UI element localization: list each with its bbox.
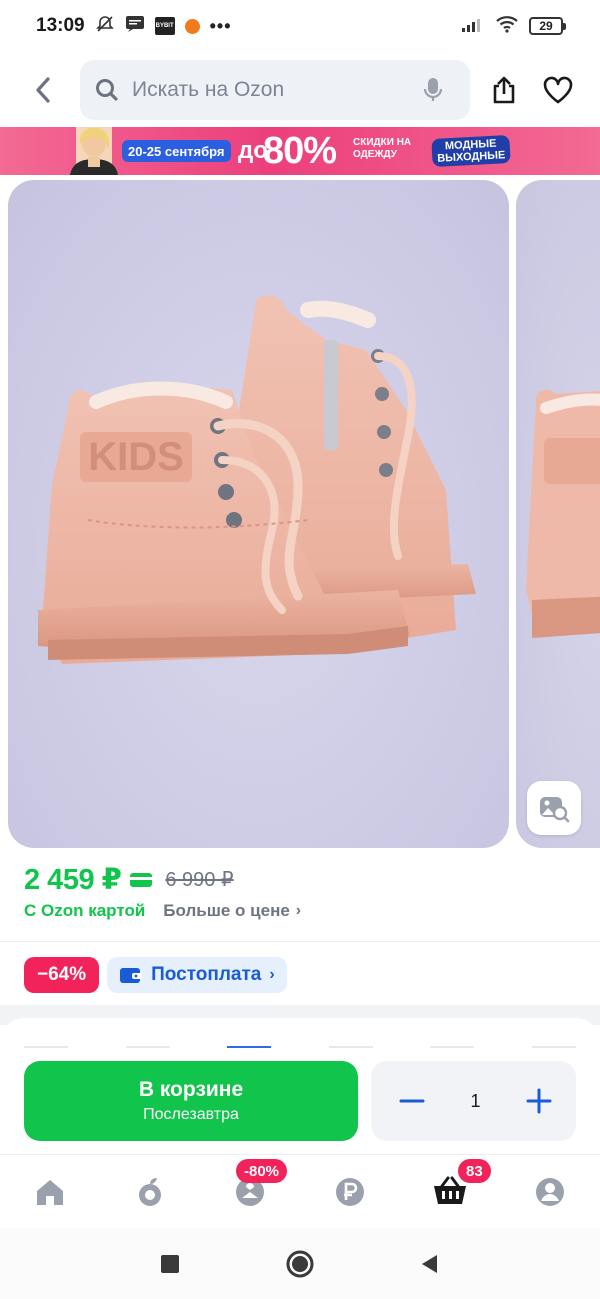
discount-badge: −64% (24, 957, 100, 993)
plus-icon (526, 1088, 552, 1114)
wallet-icon (120, 968, 143, 983)
alarm-off-icon (95, 14, 115, 38)
chevron-right-icon: › (295, 902, 302, 919)
back-triangle-icon (422, 1254, 437, 1273)
increase-button[interactable] (524, 1086, 554, 1116)
favorite-button[interactable] (538, 70, 578, 110)
message-icon (125, 15, 145, 37)
nav-fashion[interactable]: -80% (200, 1155, 300, 1228)
battery-level: 29 (529, 17, 563, 35)
search-placeholder: Искать на Ozon (132, 78, 285, 101)
promo-banner[interactable]: 20-25 сентября до 80% СКИДКИ НА ОДЕЖДУ М… (0, 127, 600, 175)
divider (0, 941, 600, 942)
tab-hints (24, 1046, 576, 1049)
search-input[interactable]: Искать на Ozon (80, 60, 470, 120)
ozon-card-label: С Ozon картой (24, 901, 146, 920)
banner-badge: МОДНЫЕ ВЫХОДНЫЕ (431, 134, 511, 168)
ozon-card-icon (130, 872, 153, 887)
quantity-stepper: 1 (371, 1061, 576, 1141)
model-photo (70, 127, 118, 175)
nav-ozon-bank[interactable] (300, 1155, 400, 1228)
back-button[interactable] (26, 70, 60, 110)
app-header: Искать на Ozon (0, 60, 600, 120)
postpay-button[interactable]: Постоплата › (107, 957, 287, 993)
home-system-button[interactable] (283, 1247, 317, 1281)
in-cart-button[interactable]: В корзине Послезавтра (24, 1061, 358, 1141)
more-notifications: ••• (209, 15, 232, 36)
signal-icon (461, 15, 485, 38)
cart-count-badge: 83 (458, 1159, 491, 1183)
delivery-date: Послезавтра (143, 1106, 239, 1123)
fashion-badge: -80% (236, 1159, 288, 1183)
home-icon (37, 1179, 63, 1205)
banner-discount: 80% (263, 130, 337, 172)
price-details[interactable]: С Ozon картой Больше о цене › (24, 901, 301, 921)
banner-dates: 20-25 сентября (122, 140, 231, 162)
next-photo-preview (526, 389, 600, 638)
status-left-icons: BYBIT ••• (95, 14, 232, 38)
system-navigation (0, 1228, 600, 1299)
wifi-icon (495, 15, 519, 38)
banner-text: СКИДКИ НА ОДЕЖДУ (353, 137, 412, 160)
back-system-button[interactable] (413, 1247, 447, 1281)
decrease-button[interactable] (397, 1086, 427, 1116)
badges-row: −64% Постоплата › (24, 957, 287, 993)
image-search-icon (540, 797, 570, 823)
profile-icon (536, 1177, 564, 1206)
status-right-icons: 29 (461, 15, 566, 38)
old-price: 6 990 ₽ (165, 869, 234, 891)
bottom-navigation: -80% 83 (0, 1154, 600, 1228)
boots-image: KIDS (38, 295, 476, 664)
battery-icon: 29 (529, 17, 566, 35)
notification-dot-icon (184, 18, 200, 34)
quantity-value: 1 (470, 1090, 481, 1111)
next-product-photo[interactable] (516, 180, 600, 848)
nav-fresh[interactable] (100, 1155, 200, 1228)
more-price-link[interactable]: Больше о цене (163, 901, 290, 921)
price-row: 2 459 ₽ 6 990 ₽ (24, 862, 234, 897)
postpay-label: Постоплата (151, 964, 262, 985)
fresh-icon (139, 1177, 161, 1206)
heart-icon (543, 76, 573, 104)
product-gallery[interactable]: KIDS (0, 180, 600, 848)
microphone-icon[interactable] (422, 77, 444, 103)
chevron-right-icon: › (269, 966, 275, 983)
status-time: 13:09 (36, 15, 85, 36)
share-icon (493, 76, 515, 104)
home-circle-icon (286, 1250, 314, 1277)
share-button[interactable] (484, 70, 524, 110)
image-search-button[interactable] (527, 781, 581, 835)
chevron-left-icon (36, 77, 50, 103)
status-bar: 13:09 BYBIT ••• 29 (0, 0, 600, 52)
ruble-icon (336, 1177, 364, 1206)
product-photo[interactable]: KIDS (8, 180, 509, 848)
nav-profile[interactable] (500, 1155, 600, 1228)
minus-icon (399, 1099, 425, 1103)
recents-button[interactable] (153, 1247, 187, 1281)
app-icon: BYBIT (154, 17, 175, 35)
nav-cart[interactable]: 83 (400, 1155, 500, 1228)
search-icon (96, 79, 118, 101)
cart-button-title: В корзине (138, 1078, 244, 1101)
nav-home[interactable] (0, 1155, 100, 1228)
recents-icon (161, 1254, 179, 1273)
current-price: 2 459 ₽ (24, 864, 122, 896)
kids-logo: KIDS (88, 435, 184, 479)
